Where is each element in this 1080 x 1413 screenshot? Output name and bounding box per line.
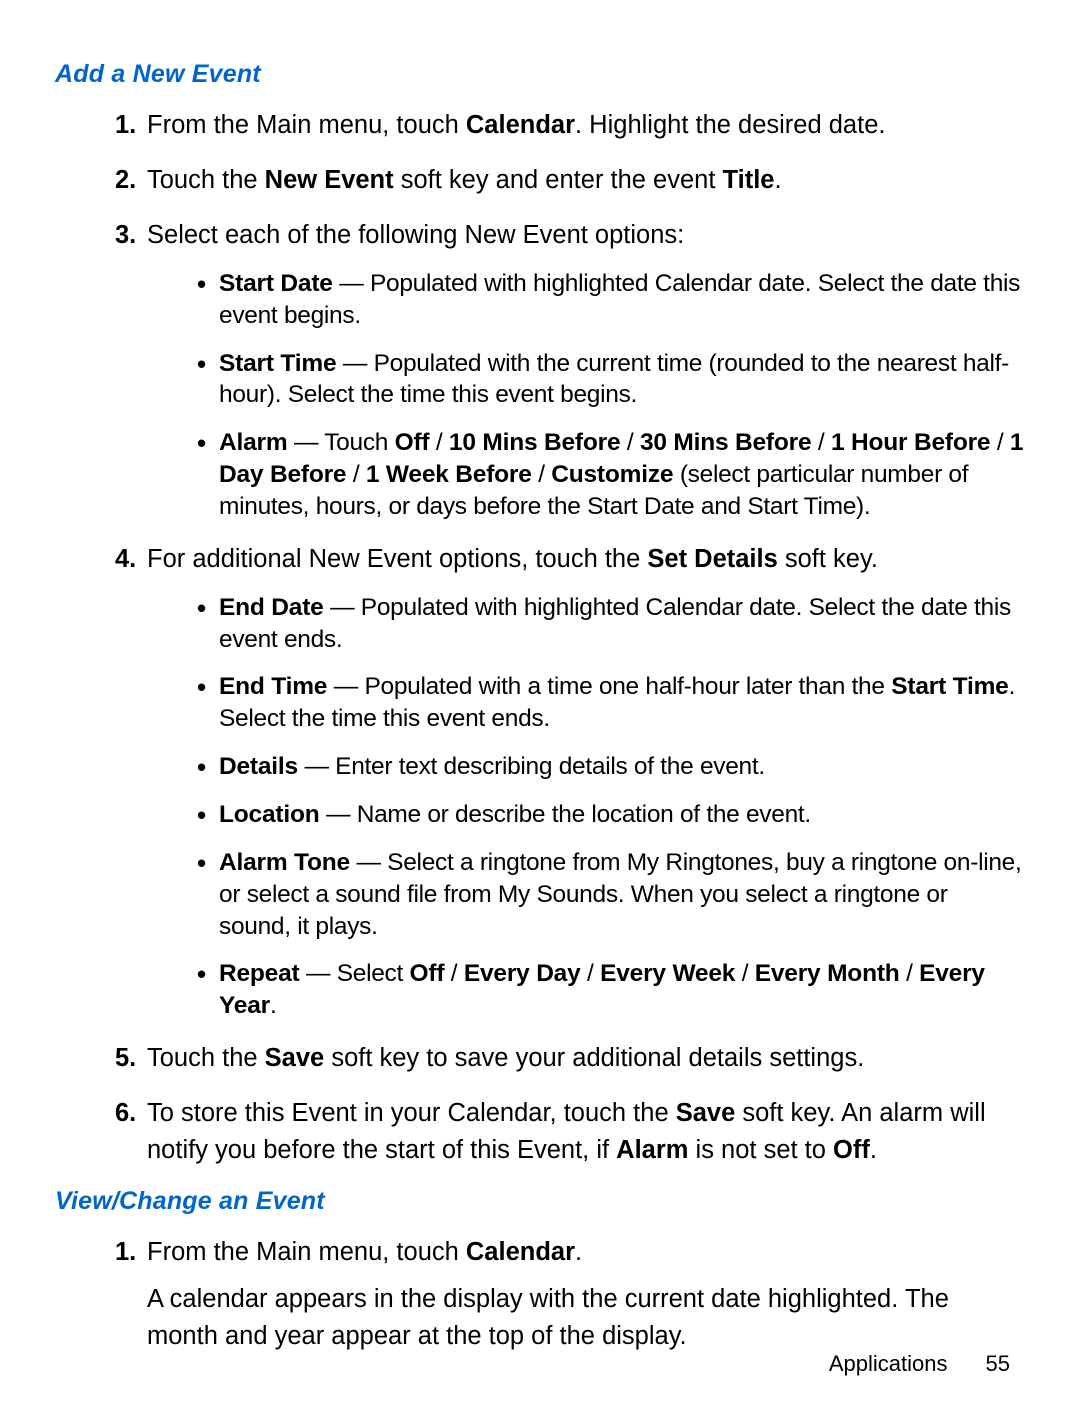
bold: Calendar — [466, 111, 575, 139]
option-label: Location — [219, 801, 319, 828]
sep: / — [532, 461, 552, 488]
add-event-steps: 1. From the Main menu, touch Calendar. H… — [55, 107, 1025, 1169]
heading-add-new-event: Add a New Event — [55, 60, 1025, 89]
bold: Every Week — [600, 960, 735, 987]
option-label: Start Date — [219, 270, 333, 297]
option-label: Start Time — [219, 350, 336, 377]
step-6: 6. To store this Event in your Calendar,… — [115, 1095, 1025, 1169]
sep: / — [444, 960, 464, 987]
option-text: — Enter text describing details of the e… — [298, 753, 765, 780]
sep: / — [346, 461, 366, 488]
sep: / — [581, 960, 601, 987]
option-text: — Touch — [287, 429, 394, 456]
step-3: 3. Select each of the following New Even… — [115, 217, 1025, 523]
view-event-steps: 1. From the Main menu, touch Calendar. A… — [55, 1234, 1025, 1355]
step-4: 4. For additional New Event options, tou… — [115, 541, 1025, 1022]
bold: Off — [395, 429, 430, 456]
option-details: Details — Enter text describing details … — [197, 751, 1025, 783]
sep: / — [990, 429, 1010, 456]
option-label: Alarm — [219, 429, 287, 456]
bold: Title — [723, 166, 775, 194]
step-text: soft key to save your additional details… — [324, 1044, 864, 1072]
option-location: Location — Name or describe the location… — [197, 799, 1025, 831]
option-text: — Name or describe the location of the e… — [319, 801, 810, 828]
bold: Off — [410, 960, 445, 987]
bold: Alarm — [616, 1136, 688, 1164]
step-text: From the Main menu, touch — [147, 1238, 466, 1266]
sep: / — [900, 960, 920, 987]
step-text: From the Main menu, touch — [147, 111, 466, 139]
step-1: 1. From the Main menu, touch Calendar. H… — [115, 107, 1025, 144]
step-number: 1. — [115, 1234, 136, 1271]
step-number: 2. — [115, 162, 136, 199]
step-number: 6. — [115, 1095, 136, 1132]
option-start-date: Start Date — Populated with highlighted … — [197, 268, 1025, 332]
step-description: A calendar appears in the display with t… — [147, 1281, 1025, 1355]
option-alarm: Alarm — Touch Off / 10 Mins Before / 30 … — [197, 427, 1025, 523]
bold: Off — [833, 1136, 870, 1164]
step-text: For additional New Event options, touch … — [147, 545, 647, 573]
step-number: 4. — [115, 541, 136, 578]
option-label: End Date — [219, 594, 324, 621]
bold: Set Details — [647, 545, 777, 573]
bold: Every Day — [464, 960, 581, 987]
sep: / — [429, 429, 449, 456]
option-label: Details — [219, 753, 298, 780]
option-text: . — [270, 992, 277, 1019]
step-2: 2. Touch the New Event soft key and ente… — [115, 162, 1025, 199]
heading-view-change-event: View/Change an Event — [55, 1187, 1025, 1216]
bold: Customize — [551, 461, 673, 488]
step-text: Touch the — [147, 1044, 265, 1072]
sep: / — [811, 429, 831, 456]
bold: 30 Mins Before — [640, 429, 811, 456]
bold: Save — [265, 1044, 325, 1072]
footer-page-number: 55 — [986, 1351, 1010, 1376]
option-text: — Select — [300, 960, 410, 987]
step-text: Touch the — [147, 166, 265, 194]
option-end-date: End Date — Populated with highlighted Ca… — [197, 592, 1025, 656]
step-text: . — [575, 1238, 582, 1266]
option-text: — Populated with highlighted Calendar da… — [219, 270, 1020, 329]
set-details-options: End Date — Populated with highlighted Ca… — [147, 592, 1025, 1022]
bold: 1 Hour Before — [831, 429, 990, 456]
step-text: . — [870, 1136, 877, 1164]
bold: 1 Week Before — [366, 461, 532, 488]
step-text: is not set to — [688, 1136, 833, 1164]
page-footer: Applications 55 — [829, 1351, 1010, 1377]
option-start-time: Start Time — Populated with the current … — [197, 348, 1025, 412]
step-text: soft key and enter the event — [394, 166, 723, 194]
option-repeat: Repeat — Select Off / Every Day / Every … — [197, 958, 1025, 1022]
step-text: Select each of the following New Event o… — [147, 221, 684, 249]
bold: Start Time — [891, 673, 1008, 700]
step-text: To store this Event in your Calendar, to… — [147, 1099, 676, 1127]
step-text: soft key. — [778, 545, 878, 573]
bold: 10 Mins Before — [449, 429, 620, 456]
step-number: 1. — [115, 107, 136, 144]
option-label: Repeat — [219, 960, 300, 987]
sep: / — [735, 960, 755, 987]
bold: New Event — [265, 166, 394, 194]
manual-page: Add a New Event 1. From the Main menu, t… — [0, 0, 1080, 1413]
step-text: . — [774, 166, 781, 194]
new-event-options: Start Date — Populated with highlighted … — [147, 268, 1025, 523]
option-end-time: End Time — Populated with a time one hal… — [197, 671, 1025, 735]
bold: Calendar — [466, 1238, 575, 1266]
step-number: 3. — [115, 217, 136, 254]
step-5: 5. Touch the Save soft key to save your … — [115, 1040, 1025, 1077]
step-1: 1. From the Main menu, touch Calendar. A… — [115, 1234, 1025, 1355]
option-text: — Populated with a time one half-hour la… — [327, 673, 891, 700]
option-alarm-tone: Alarm Tone — Select a ringtone from My R… — [197, 847, 1025, 943]
option-label: End Time — [219, 673, 327, 700]
step-number: 5. — [115, 1040, 136, 1077]
option-label: Alarm Tone — [219, 849, 350, 876]
sep: / — [620, 429, 640, 456]
option-text: — Populated with the current time (round… — [219, 350, 1009, 409]
step-text: . Highlight the desired date. — [575, 111, 885, 139]
option-text: — Populated with highlighted Calendar da… — [219, 594, 1011, 653]
bold: Every Month — [755, 960, 900, 987]
bold: Save — [676, 1099, 736, 1127]
footer-section: Applications — [829, 1351, 948, 1376]
